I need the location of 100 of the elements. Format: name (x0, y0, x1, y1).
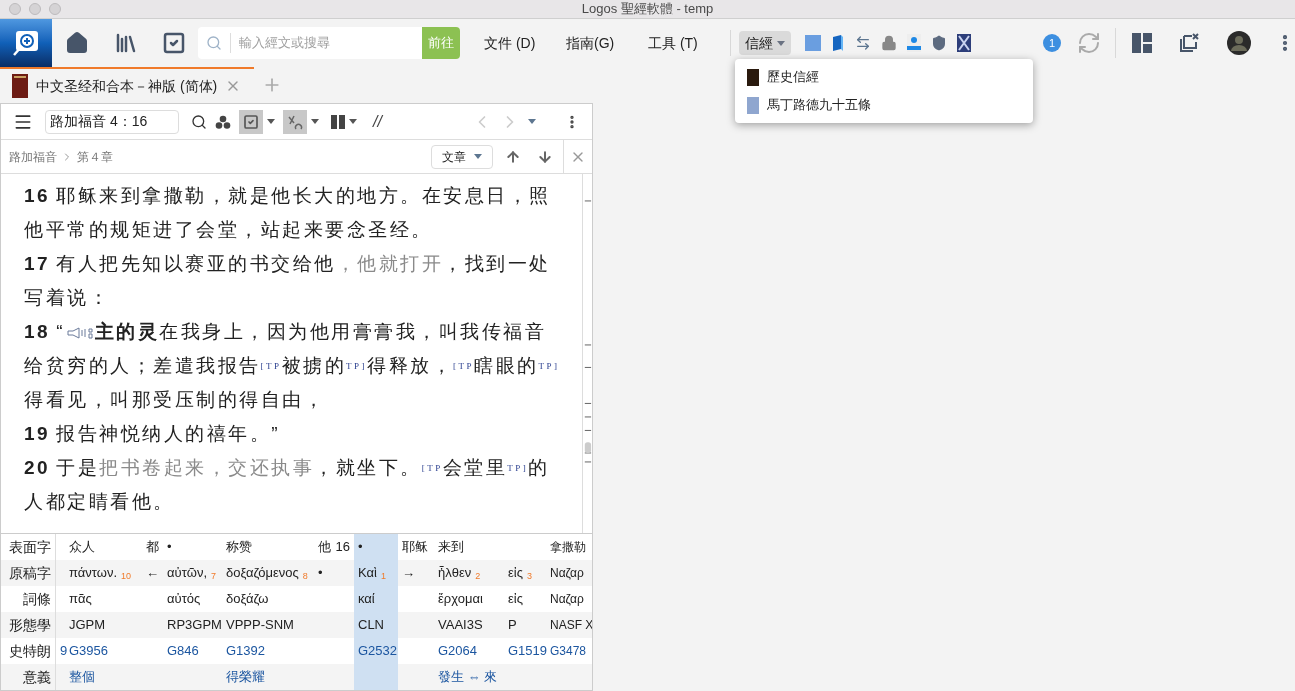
menu-item[interactable]: 指南(G) (566, 32, 648, 54)
meaning-link[interactable]: 得榮耀 (226, 667, 265, 687)
library-icon[interactable] (114, 31, 138, 55)
verse-number: 16 (335, 538, 350, 557)
dropdown-item[interactable]: 馬丁路德九十五條 (735, 91, 1033, 119)
interlinear-word: → (402, 564, 415, 583)
interlinear-word: Ναζαρ (550, 591, 584, 608)
view-select[interactable]: 文章 (431, 144, 493, 169)
word-order-number: 3 (526, 570, 532, 584)
interlinear-word: δοξάζω (226, 590, 269, 609)
interlinear-word: ἔρχομαι (438, 590, 483, 609)
book-cover-icon (12, 74, 28, 98)
breadcrumb-item[interactable]: 第４章 (77, 147, 113, 166)
meaning-link[interactable]: 發生 ⇔ 來 (438, 667, 498, 687)
row-label: 形態學 (1, 612, 55, 638)
interlinear-word: Καὶ (358, 564, 377, 583)
search-placeholder: 輸入經文或搜尋 (239, 34, 331, 53)
interlinear-word: • (318, 564, 323, 583)
dots-icon[interactable] (215, 114, 231, 129)
interlinear-word: 称赞 (226, 538, 252, 557)
interlinear-word: 拿撒勒 (550, 539, 586, 556)
interlinear-word: VAAI3S (438, 616, 483, 635)
row-label: 詞條 (22, 589, 52, 609)
search-icon (206, 35, 222, 51)
verse-text: 19 报告神悦纳人的禧年。” (24, 422, 281, 446)
interlinear-word: αὐτός (167, 590, 201, 609)
interlinear-word: αὐτῶν, (167, 564, 208, 583)
scrollbar[interactable] (582, 174, 592, 533)
caret-icon (528, 119, 536, 124)
strongs-link[interactable]: 9 (60, 641, 68, 661)
breadcrumb-item[interactable]: 路加福音 (9, 147, 57, 166)
interlinear-word: ἦλθεν (438, 564, 472, 583)
dropdown-item[interactable]: 歷史信經 (735, 63, 1033, 91)
interlinear-word: 他 (318, 538, 331, 557)
caret-icon (349, 119, 357, 124)
strongs-link[interactable]: G3956 (69, 641, 109, 661)
interlinear-word: • (167, 538, 172, 557)
interlinear-word: 都 (146, 538, 159, 557)
menu-item[interactable]: 文件 (D) (484, 32, 566, 54)
layout-icon[interactable] (1132, 33, 1152, 53)
word-order-number: 1 (380, 570, 386, 584)
interlinear-word: CLN (358, 616, 384, 635)
reference-field[interactable]: 路加福音 4：16 (45, 109, 179, 134)
interlinear-word: καί (358, 590, 375, 609)
avatar[interactable] (1227, 31, 1251, 55)
word-order-number: 7 (211, 570, 217, 584)
book-icon[interactable] (831, 34, 845, 52)
interlinear-word: P (508, 616, 517, 635)
word-order-number: 2 (475, 570, 481, 584)
meaning-link[interactable]: 整個 (69, 667, 95, 687)
interlinear-word: εἰς (508, 564, 523, 583)
parallel-button[interactable]: // (373, 109, 382, 134)
interlinear-word: πᾶς (69, 590, 92, 609)
symbols-icon (287, 113, 303, 130)
tab-title: 中文圣经和合本－神版 (简体) (36, 76, 218, 96)
interlinear-word: Ναζαρ (550, 565, 584, 582)
swap-icon[interactable] (855, 35, 871, 51)
speaker-icon[interactable] (66, 326, 93, 340)
toggle-button[interactable] (239, 109, 263, 134)
toggle-button[interactable] (283, 109, 307, 134)
interlinear-word: JGPM (69, 616, 106, 635)
caret-icon (474, 154, 482, 159)
word-order-number: 8 (302, 570, 308, 584)
close-panels-icon[interactable] (1179, 33, 1199, 53)
strongs-link[interactable]: G2532 (358, 641, 398, 661)
strongs-link[interactable]: G3478 (550, 642, 587, 660)
row-label: 原稿字 (1, 560, 55, 586)
caret-icon (267, 119, 275, 124)
interlinear-word: 众人 (69, 538, 95, 557)
strongs-link[interactable]: G846 (167, 641, 199, 661)
interlinear-word: ← (146, 564, 159, 583)
interlinear-word: πάντων. (69, 564, 117, 583)
interlinear-word: RP3GPM (167, 616, 222, 635)
strongs-link[interactable]: G1392 (226, 641, 266, 661)
shield-icon[interactable] (931, 35, 947, 51)
down-arrow-icon[interactable] (537, 148, 553, 165)
strongs-link[interactable]: G2064 (438, 641, 478, 661)
selected-column[interactable]: • Καὶ 1 καί CLN G2532 (354, 534, 398, 690)
checklist-icon (243, 113, 259, 130)
menu-item[interactable]: 工具 (T) (648, 32, 730, 54)
app-logo[interactable] (0, 19, 52, 67)
home-icon[interactable] (65, 31, 89, 55)
document-icon[interactable] (907, 34, 921, 52)
columns-icon[interactable] (331, 114, 345, 129)
caret-icon (777, 40, 785, 46)
interlinear-word: • (358, 538, 363, 557)
checklist-icon[interactable] (162, 31, 186, 55)
window-title: Logos 聖經軟體 - temp (581, 0, 714, 19)
word-order-number: 10 (121, 570, 132, 584)
lock-icon[interactable] (881, 35, 897, 51)
interlinear-word: VPPP-SNM (226, 616, 294, 635)
verse-text: 17 有人把先知以赛亚的书交给他，他就打开，找到一处写着说： (24, 252, 552, 310)
row-label: 表面字 (8, 537, 52, 557)
verse-text: 16 耶稣来到拿撒勒，就是他长大的地方。在安息日，照他平常的规矩进了会堂，站起来要念圣经。 (24, 184, 552, 242)
interlinear-word: 耶稣 (402, 538, 428, 557)
magnifier-cross-icon (13, 30, 39, 56)
strongs-link[interactable]: G1519 (508, 641, 548, 661)
search-icon[interactable] (191, 113, 207, 130)
menu-dropdown[interactable]: 信經 (739, 31, 791, 55)
cover-icon[interactable] (957, 34, 971, 52)
